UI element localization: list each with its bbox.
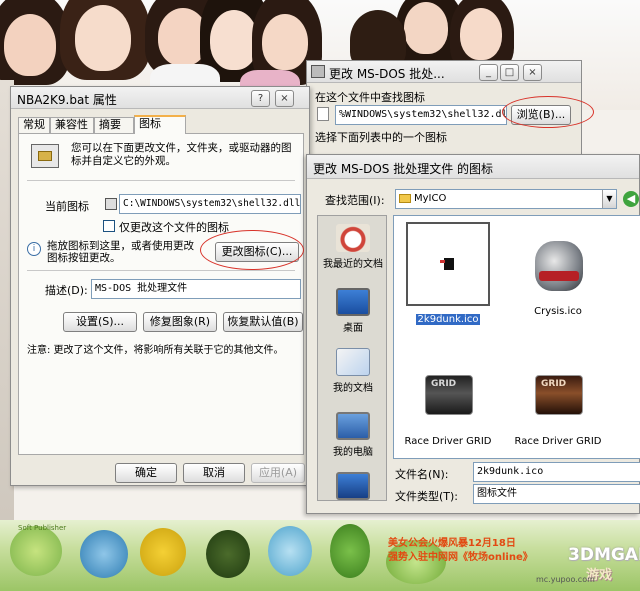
close-button[interactable]: ×	[523, 64, 542, 81]
filetype-label: 文件类型(T):	[395, 490, 459, 503]
close-button[interactable]: ×	[275, 90, 294, 107]
icon-path-input[interactable]: %WINDOWS\system32\shell32.dll	[335, 105, 507, 125]
crysis-mask-icon	[535, 241, 583, 291]
intro-text: 您可以在下面更改文件，文件夹，或驱动器的图标并自定义它的外观。	[71, 142, 292, 167]
file-item[interactable]: 2k9dunk.ico	[400, 222, 496, 325]
file-name: Race Driver GRID	[404, 436, 492, 447]
settings-button[interactable]: 设置(S)...	[63, 312, 137, 332]
select-icon-label: 选择下面列表中的一个图标	[315, 131, 447, 144]
find-icons-label: 在这个文件中查找图标	[315, 91, 425, 104]
browse-title: 更改 MS-DOS 批处理文件 的图标	[313, 162, 494, 176]
promo-line-2: 强势入驻中网网《牧场online》	[388, 552, 533, 563]
change-icon-titlebar: 更改 MS-DOS 批处... _ □ ×	[307, 61, 581, 83]
grid-ico-thumbnail: GRID	[516, 352, 600, 436]
globe-icon	[80, 530, 128, 578]
description-label: 描述(D):	[45, 284, 88, 297]
browse-icon-dialog: 更改 MS-DOS 批处理文件 的图标 查找范围(I): MyICO ▼ ◀ 我…	[306, 154, 640, 514]
tab-icon[interactable]: 图标	[134, 115, 186, 134]
drag-hint-text: 拖放图标到这里，或者使用更改图标按钮更改。	[47, 240, 194, 264]
icon-tab-pane: 您可以在下面更改文件，文件夹，或驱动器的图标并自定义它的外观。 当前图标 C:\…	[18, 133, 304, 455]
green-penguin-icon	[330, 524, 370, 578]
change-icon-dialog: 更改 MS-DOS 批处... _ □ × 在这个文件中查找图标 %WINDOW…	[306, 60, 582, 160]
help-button[interactable]: ?	[251, 90, 270, 107]
place-label: 桌面	[343, 323, 363, 334]
file-name: 2k9dunk.ico	[415, 314, 481, 325]
only-this-file-checkbox[interactable]	[103, 220, 115, 232]
file-item[interactable]: Crysis.ico	[510, 222, 606, 317]
place-label: 我的文档	[333, 383, 373, 394]
file-name: Race Driver GRID	[514, 436, 602, 447]
crysis-ico-thumbnail	[516, 222, 600, 306]
promo-text: 美女公会火爆风暴12月18日 强势入驻中网网《牧场online》	[388, 537, 588, 565]
only-this-file-label: 仅更改这个文件的图标	[119, 221, 229, 234]
properties-title: NBA2K9.bat 属性	[17, 93, 117, 107]
soft-publisher-text: Soft Publisher	[18, 524, 67, 532]
restore-default-button[interactable]: 恢复默认值(B)	[223, 312, 303, 332]
grid-ico-thumbnail: GRID	[406, 352, 490, 436]
place-label: 我的电脑	[333, 447, 373, 458]
browse-button[interactable]: 浏览(B)...	[511, 105, 571, 125]
repair-image-button[interactable]: 修复图象(R)	[143, 312, 217, 332]
properties-titlebar: NBA2K9.bat 属性 ? ×	[11, 87, 309, 109]
description-input[interactable]: MS-DOS 批处理文件	[91, 279, 301, 299]
current-icon-label: 当前图标	[45, 200, 89, 213]
file-icon	[317, 107, 329, 121]
place-my-computer[interactable]: 我的电脑	[318, 412, 388, 458]
my-documents-icon	[336, 348, 370, 376]
minimize-button[interactable]: _	[479, 64, 498, 81]
dos-icon	[311, 65, 325, 78]
network-icon	[336, 472, 370, 500]
places-bar: 我最近的文档 桌面 我的文档 我的电脑	[317, 215, 387, 501]
my-computer-icon	[336, 412, 370, 440]
tab-general[interactable]: 常规	[18, 117, 50, 133]
soft-publisher-icon	[10, 526, 62, 576]
promo-line-1: 美女公会火爆风暴12月18日	[388, 538, 516, 549]
place-my-documents[interactable]: 我的文档	[318, 348, 388, 394]
fish-icon	[268, 526, 312, 576]
file-item[interactable]: GRID Race Driver GRID	[510, 352, 606, 447]
place-desktop[interactable]: 桌面	[318, 288, 388, 334]
look-in-value: MyICO	[414, 193, 447, 204]
recent-docs-icon	[336, 224, 370, 252]
place-recent[interactable]: 我最近的文档	[318, 224, 388, 270]
filename-label: 文件名(N):	[395, 468, 449, 481]
change-icon-button[interactable]: 更改图标(C)...	[215, 242, 299, 262]
penguin-icon	[206, 530, 250, 578]
current-icon-preview	[105, 198, 117, 210]
properties-dialog: NBA2K9.bat 属性 ? × 常规 兼容性 摘要 图标 您可以在下面更改文…	[10, 86, 310, 486]
3dm-logo: 3DMGAME	[568, 545, 640, 565]
file-item[interactable]: GRID Race Driver GRID	[400, 352, 496, 447]
note-text: 注意: 更改了这个文件，将影响所有关联于它的其他文件。	[27, 345, 284, 356]
divider	[27, 270, 295, 271]
place-label: 我最近的文档	[323, 259, 383, 270]
desktop-icon	[336, 288, 370, 316]
info-icon: i	[27, 242, 41, 256]
current-icon-path: C:\WINDOWS\system32\shell32.dll,71	[119, 194, 301, 214]
place-network[interactable]	[318, 472, 388, 503]
maximize-button[interactable]: □	[500, 64, 519, 81]
headphones-icon	[140, 528, 186, 576]
look-in-label: 查找范围(I):	[325, 194, 385, 207]
file-name: Crysis.ico	[534, 306, 582, 317]
ok-button[interactable]: 确定	[115, 463, 177, 483]
promo-url: mc.yupoo.com	[536, 575, 595, 584]
folder-icon	[399, 193, 411, 203]
dunk-ico-thumbnail	[406, 222, 490, 306]
file-list: 2k9dunk.ico Crysis.ico GRID Race Driver …	[393, 215, 640, 459]
tab-compatibility[interactable]: 兼容性	[50, 117, 94, 133]
browse-titlebar: 更改 MS-DOS 批处理文件 的图标	[307, 155, 639, 179]
filename-input[interactable]: 2k9dunk.ico	[473, 462, 640, 482]
divider	[27, 180, 295, 181]
tab-summary[interactable]: 摘要	[94, 117, 134, 133]
chevron-down-icon[interactable]: ▼	[602, 190, 616, 208]
look-in-select[interactable]: MyICO ▼	[395, 189, 617, 209]
apply-button[interactable]: 应用(A)	[251, 463, 305, 483]
dunk-player-icon	[444, 258, 454, 270]
change-icon-title: 更改 MS-DOS 批处...	[329, 67, 445, 81]
cancel-button[interactable]: 取消	[183, 463, 245, 483]
filetype-select[interactable]: 图标文件	[473, 484, 640, 504]
batch-file-icon	[31, 144, 59, 168]
back-arrow-icon[interactable]: ◀	[623, 191, 639, 207]
